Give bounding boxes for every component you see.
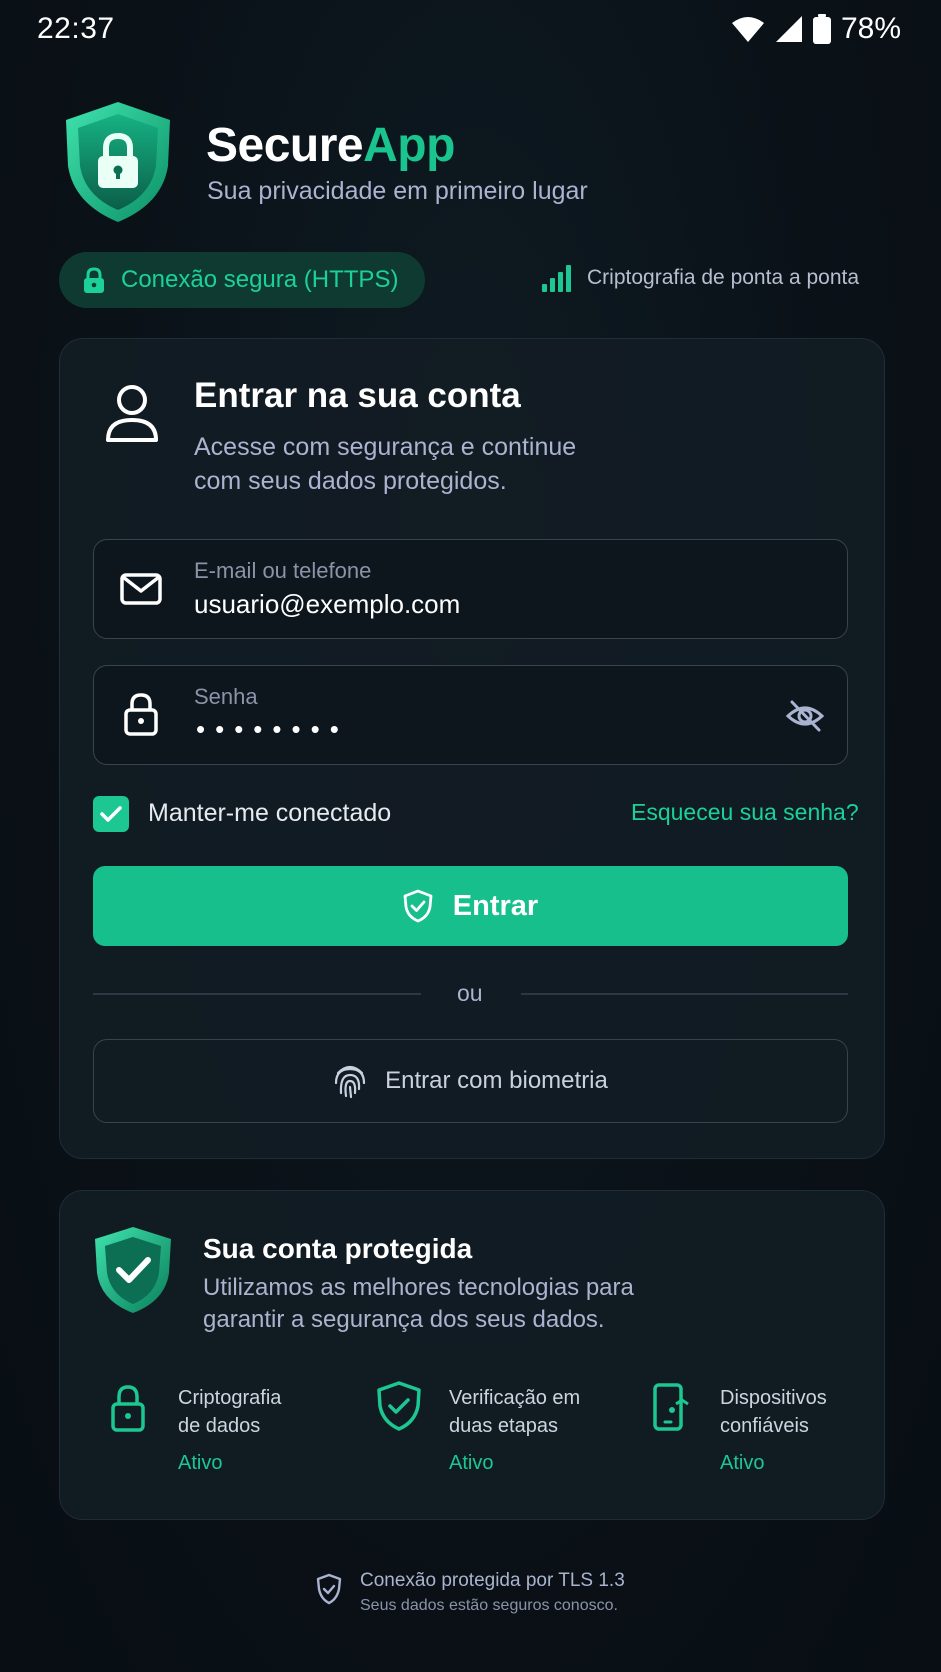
biometric-login-button[interactable]: Entrar com biometria — [93, 1039, 848, 1123]
protection-title: Sua conta protegida — [203, 1233, 473, 1264]
feature-2fa-label: Verificação em duas etapas — [449, 1387, 581, 1437]
keep-connected-checkbox[interactable] — [93, 796, 129, 832]
feature-encryption-label: Criptografia de dados — [178, 1387, 282, 1437]
shield-check-icon — [316, 1573, 342, 1605]
mail-icon — [120, 573, 162, 605]
divider-right — [521, 993, 848, 995]
password-field-value[interactable]: •••••••• — [196, 714, 349, 745]
app-brand-name: SecureApp — [206, 119, 455, 172]
lock-icon — [111, 1385, 145, 1432]
status-time: 22:37 — [37, 12, 115, 45]
https-status-badge: Conexão segura (HTTPS) — [59, 252, 425, 308]
lock-icon — [84, 267, 104, 293]
biometric-login-label: Entrar com biometria — [385, 1067, 608, 1094]
footer-secure-note: Seus dados estão seguros conosco. — [360, 1597, 618, 1614]
wifi-icon — [731, 17, 764, 42]
https-status-label: Conexão segura (HTTPS) — [121, 266, 399, 293]
app-tagline: Sua privacidade em primeiro lugar — [207, 177, 588, 205]
or-separator: ou — [457, 980, 483, 1006]
status-icons: 78% — [731, 12, 901, 46]
e2e-indicator: Criptografia de ponta a ponta — [541, 264, 859, 292]
keep-connected-label[interactable]: Manter-me conectado — [148, 799, 391, 828]
login-button[interactable]: Entrar — [93, 866, 848, 946]
password-field-label: Senha — [194, 684, 258, 709]
shield-lock-logo-icon — [66, 102, 170, 222]
signal-icon — [775, 16, 802, 42]
signal-bars-icon — [542, 265, 571, 292]
login-title: Entrar na sua conta — [194, 376, 521, 415]
device-icon — [653, 1383, 689, 1431]
shield-check-icon — [403, 889, 433, 923]
feature-devices-label: Dispositivos confiáveis — [720, 1387, 827, 1437]
footer-tls-label: Conexão protegida por TLS 1.3 — [360, 1570, 625, 1591]
lock-icon — [124, 693, 158, 736]
shield-check-icon — [95, 1227, 171, 1313]
user-icon — [106, 385, 158, 442]
feature-2fa-status: Ativo — [449, 1452, 494, 1474]
protection-subtitle: Utilizamos as melhores tecnologias para … — [203, 1274, 634, 1333]
fingerprint-icon — [335, 1065, 366, 1099]
shield-check-icon — [377, 1381, 421, 1431]
email-field-value[interactable]: usuario@exemplo.com — [194, 589, 460, 620]
forgot-password-link[interactable]: Esqueceu sua senha? — [631, 799, 859, 826]
battery-percentage: 78% — [840, 12, 901, 45]
e2e-label: Criptografia de ponta a ponta — [587, 266, 860, 289]
feature-devices-status: Ativo — [720, 1452, 765, 1474]
divider-left — [93, 993, 421, 995]
check-icon — [100, 806, 122, 822]
email-field-label: E-mail ou telefone — [194, 558, 372, 583]
eye-off-icon[interactable] — [784, 696, 826, 736]
battery-icon — [812, 14, 831, 44]
login-button-label: Entrar — [452, 889, 539, 922]
feature-encryption-status: Ativo — [178, 1452, 223, 1474]
login-subtitle: Acesse com segurança e continue com seus… — [194, 433, 577, 495]
